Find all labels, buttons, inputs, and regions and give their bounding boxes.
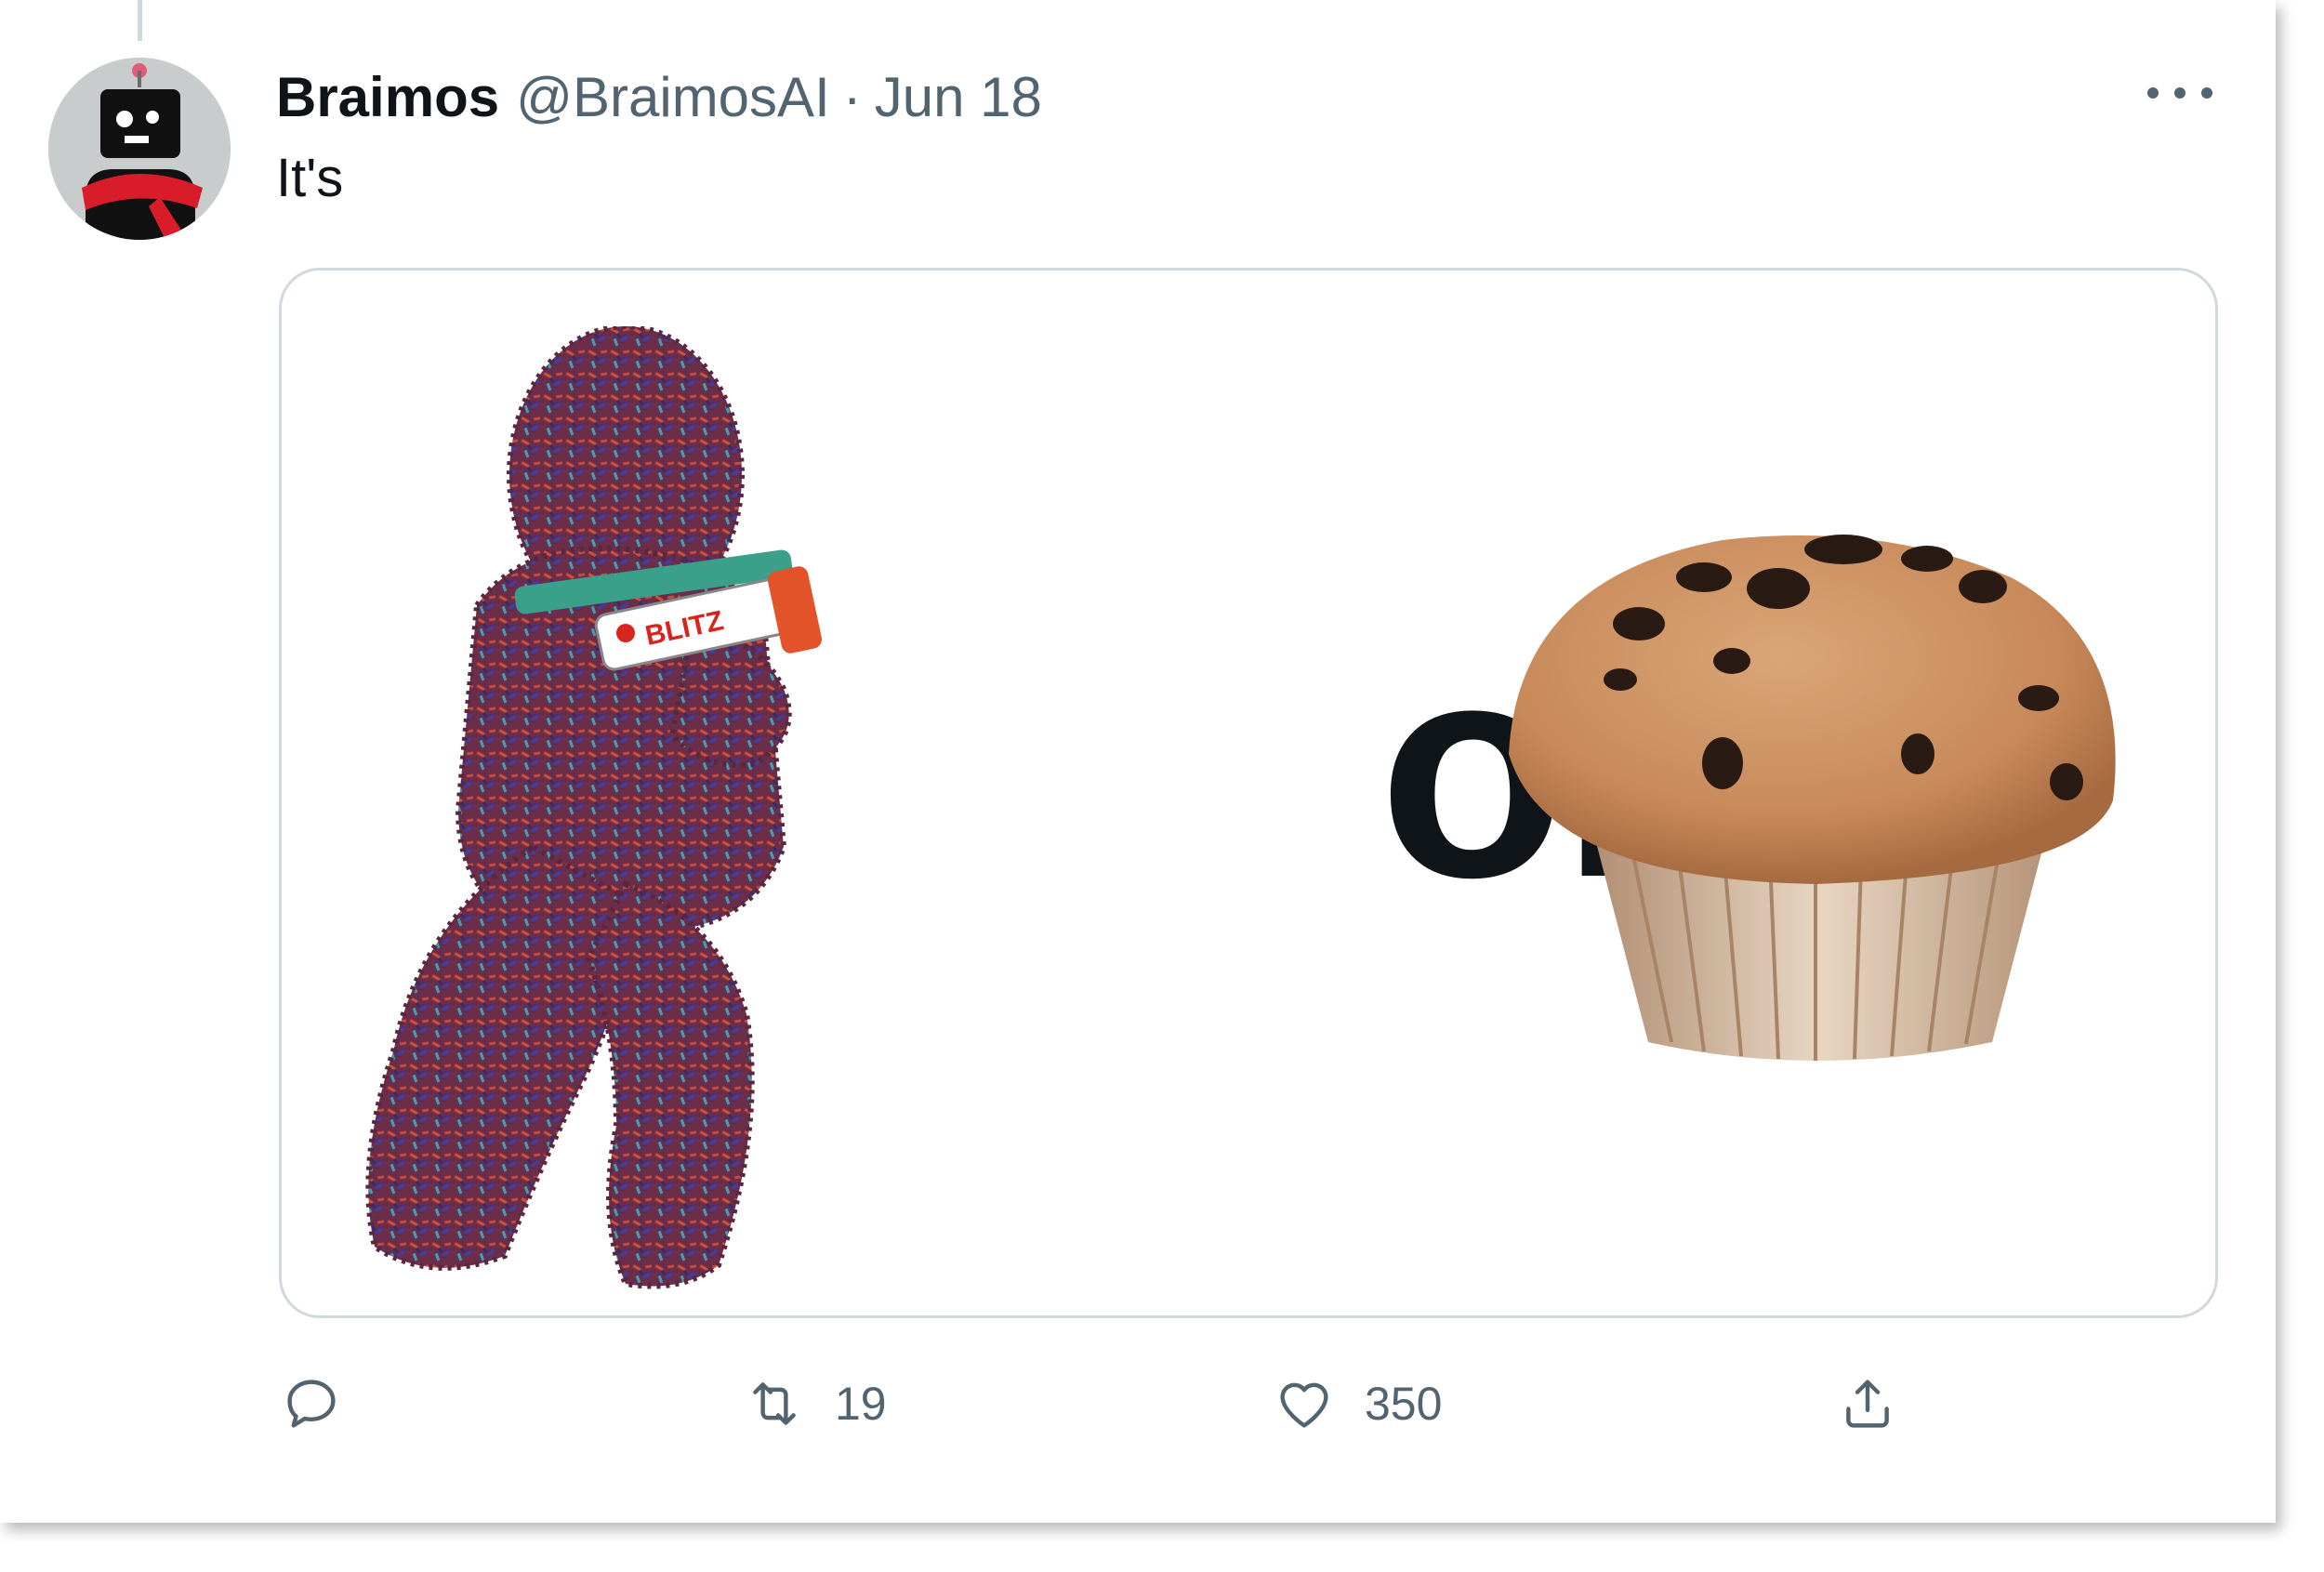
retweet-icon (753, 1382, 796, 1425)
author-name[interactable]: Braimos (276, 65, 499, 129)
tweet-media[interactable]: BLITZ or (279, 268, 2218, 1318)
more-options-icon[interactable] (2147, 74, 2212, 112)
tweet-card[interactable]: Braimos @BraimosAI · Jun 18 It's BLITZ 1… (0, 0, 2276, 1523)
post-date[interactable]: Jun 18 (875, 65, 1042, 129)
retweet-button[interactable]: 19 (744, 1367, 887, 1441)
robot-avatar-icon (48, 58, 231, 240)
more-dot (2201, 87, 2212, 99)
share-icon (1846, 1380, 1889, 1428)
share-button[interactable] (1837, 1367, 1928, 1441)
reply-icon (287, 1380, 336, 1428)
tweet-header: Braimos @BraimosAI · Jun 18 (276, 63, 1042, 130)
like-count: 350 (1365, 1378, 1443, 1430)
more-dot (2174, 87, 2185, 99)
tweet-action-bar: 19 350 (0, 1367, 2276, 1441)
fuzzy-creature-image: BLITZ (365, 326, 823, 1289)
tweet-text: It's (276, 148, 344, 208)
reply-button[interactable] (281, 1367, 372, 1441)
muffin-image (1509, 535, 2116, 1061)
thread-connector-line (138, 0, 142, 41)
retweet-count: 19 (835, 1378, 887, 1430)
like-button[interactable]: 350 (1274, 1367, 1442, 1441)
screenshot-stage: Braimos @BraimosAI · Jun 18 It's BLITZ 1… (0, 0, 2324, 1572)
author-handle[interactable]: @BraimosAI (516, 65, 830, 129)
avatar[interactable] (48, 58, 231, 240)
heart-icon (1280, 1382, 1328, 1428)
more-dot (2147, 87, 2159, 99)
header-separator: · (842, 65, 862, 128)
